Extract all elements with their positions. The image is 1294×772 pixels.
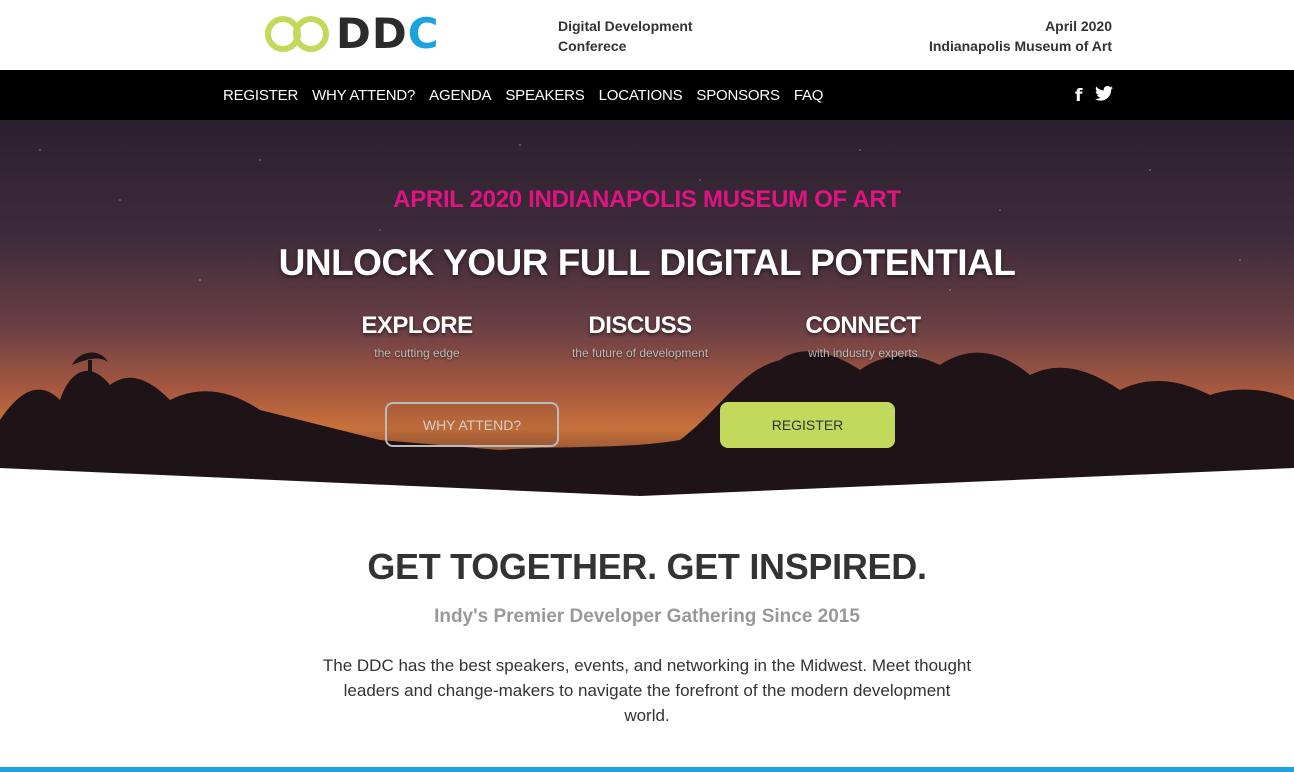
nav-item-register[interactable]: REGISTER [223, 87, 298, 104]
section-divider [0, 767, 1294, 772]
why-attend-button[interactable]: WHY ATTEND? [385, 402, 559, 447]
intro-subtitle: Indy's Premier Developer Gathering Since… [434, 606, 860, 627]
facebook-icon[interactable]: f [1075, 87, 1082, 105]
pillar-discuss: DISCUSS the future of development [530, 312, 750, 360]
pillar-heading: EXPLORE [361, 312, 473, 339]
conference-name-line2: Conferece [558, 38, 627, 54]
logo-wordmark-accent: C [407, 9, 440, 58]
logo-wordmark: DDC [336, 13, 440, 55]
nav-item-speakers[interactable]: SPEAKERS [505, 87, 584, 104]
conference-venue: Indianapolis Museum of Art [928, 38, 1112, 54]
conference-name-line1: Digital Development [558, 18, 693, 34]
twitter-icon[interactable] [1095, 85, 1114, 106]
intro-title: GET TOGETHER. GET INSPIRED. [367, 546, 927, 587]
nav-item-sponsors[interactable]: SPONSORS [696, 87, 780, 104]
ddc-logo[interactable]: DDC [264, 13, 440, 55]
intro-body: The DDC has the best speakers, events, a… [322, 656, 972, 725]
nav-item-agenda[interactable]: AGENDA [429, 87, 491, 104]
nav-item-faq[interactable]: FAQ [794, 87, 824, 104]
nav-item-why-attend[interactable]: WHY ATTEND? [312, 87, 415, 104]
conference-name: Digital Development Conferece [558, 16, 693, 56]
hero-content: APRIL 2020 INDIANAPOLIS MUSEUM OF ART UN… [0, 120, 1294, 496]
pillar-subtext: with industry experts [808, 346, 918, 360]
infinity-logo-icon [265, 16, 329, 52]
pillar-subtext: the cutting edge [374, 346, 460, 360]
pillar-heading: CONNECT [805, 312, 921, 339]
site-header: DDC Digital Development Conferece April … [0, 0, 1294, 70]
pillar-connect: CONNECT with industry experts [753, 312, 973, 360]
main-navigation: REGISTER WHY ATTEND? AGENDA SPEAKERS LOC… [0, 70, 1294, 120]
nav-links: REGISTER WHY ATTEND? AGENDA SPEAKERS LOC… [223, 70, 837, 120]
conference-date-venue: April 2020 Indianapolis Museum of Art [929, 16, 1112, 56]
nav-item-locations[interactable]: LOCATIONS [599, 87, 683, 104]
hero-section: APRIL 2020 INDIANAPOLIS MUSEUM OF ART UN… [0, 120, 1294, 496]
logo-wordmark-main: DD [336, 9, 408, 58]
register-button[interactable]: REGISTER [720, 402, 895, 448]
conference-date: April 2020 [1045, 18, 1112, 34]
hero-title: UNLOCK YOUR FULL DIGITAL POTENTIAL [278, 242, 1016, 283]
hero-kicker: APRIL 2020 INDIANAPOLIS MUSEUM OF ART [393, 186, 901, 213]
pillar-heading: DISCUSS [588, 312, 692, 339]
social-links: f [1075, 85, 1114, 106]
pillar-explore: EXPLORE the cutting edge [307, 312, 527, 360]
pillar-subtext: the future of development [571, 346, 709, 360]
